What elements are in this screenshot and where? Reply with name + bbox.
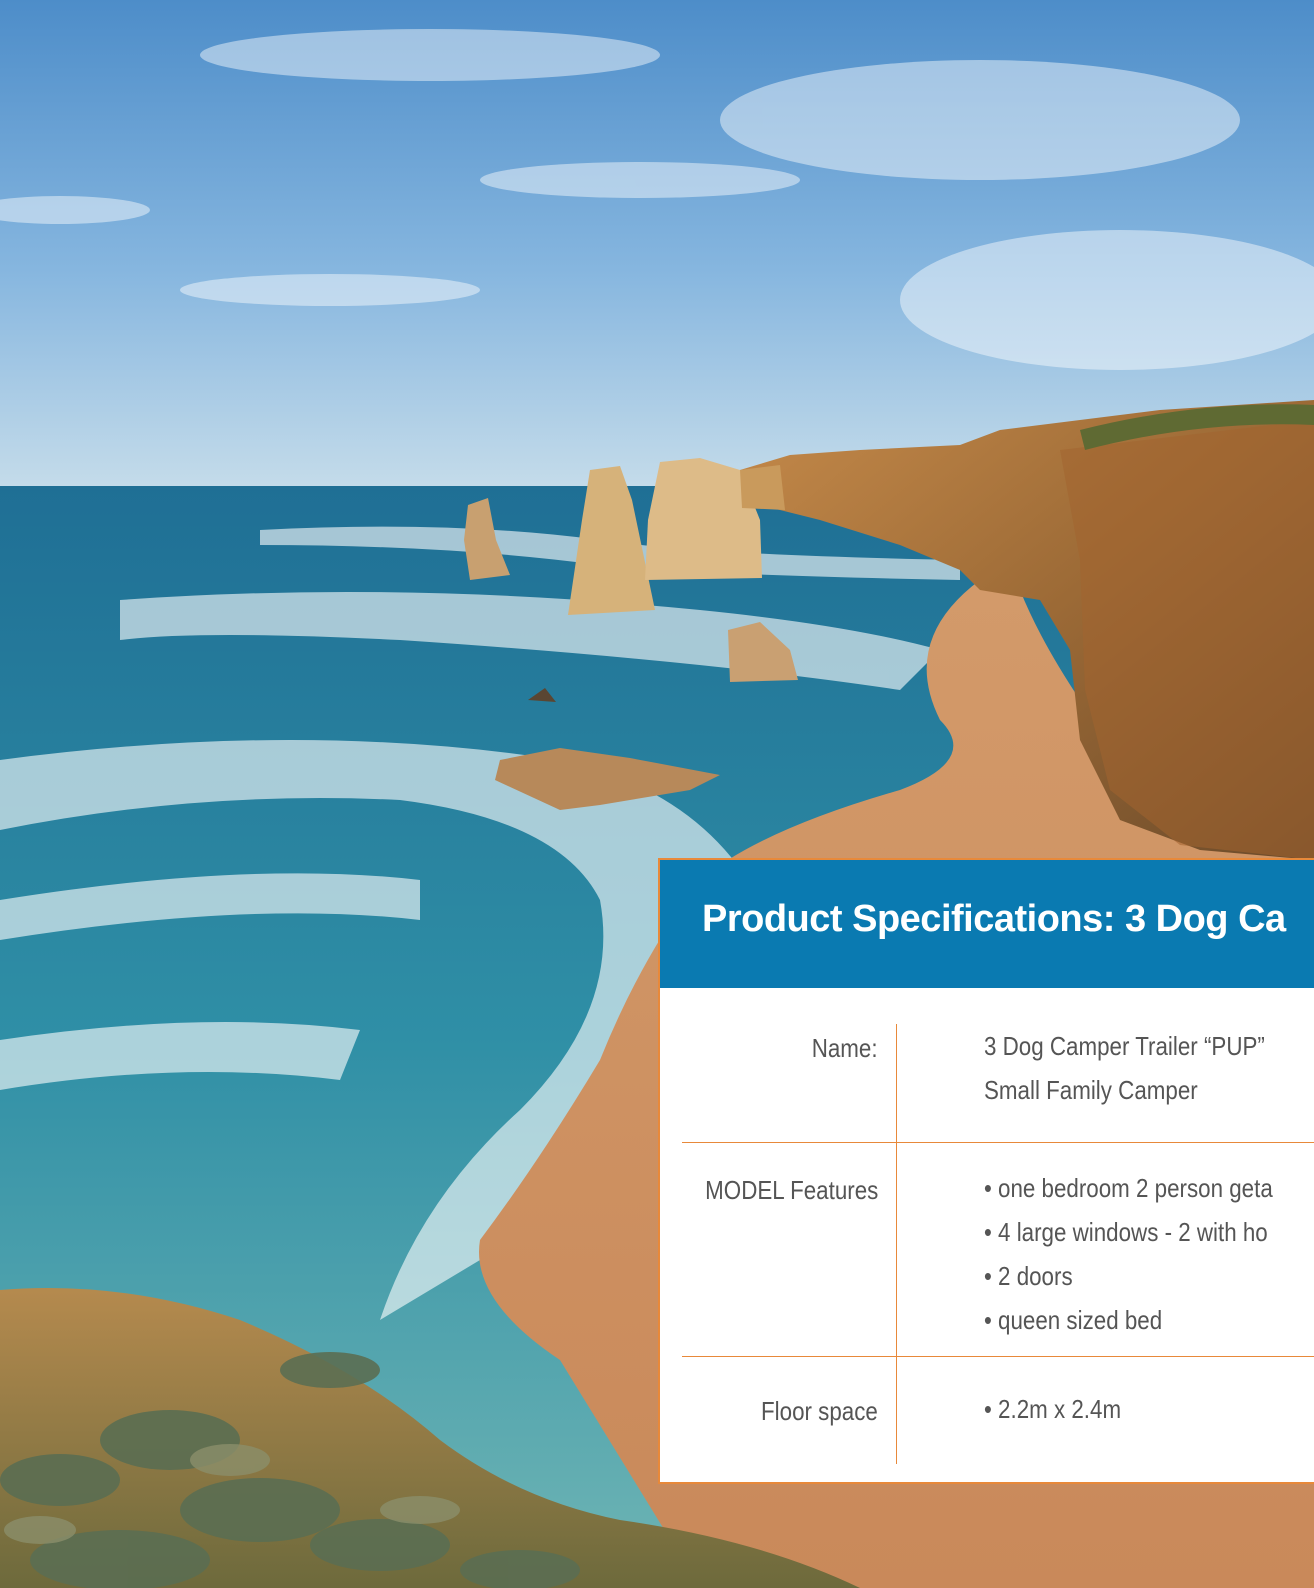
- feature-bullet: • 2 doors: [984, 1261, 1073, 1291]
- spec-header: Product Specifications: 3 Dog Ca: [660, 860, 1314, 988]
- row-label-name: Name:: [812, 1033, 878, 1063]
- column-divider: [896, 1024, 897, 1464]
- row-value-model-features: • one bedroom 2 person geta • 4 large wi…: [984, 1166, 1273, 1342]
- value-line: Small Family Camper: [984, 1075, 1198, 1105]
- feature-bullet: • one bedroom 2 person geta: [984, 1173, 1273, 1203]
- product-spec-panel: Product Specifications: 3 Dog Ca Name: 3…: [658, 858, 1314, 1484]
- value-line: • 2.2m x 2.4m: [984, 1394, 1122, 1424]
- spec-title: Product Specifications: 3 Dog Ca: [702, 898, 1286, 940]
- feature-bullet: • queen sized bed: [984, 1305, 1163, 1335]
- row-divider: [682, 1142, 1314, 1143]
- value-line: 3 Dog Camper Trailer “PUP”: [984, 1031, 1265, 1061]
- row-value-name: 3 Dog Camper Trailer “PUP” Small Family …: [984, 1024, 1265, 1112]
- row-divider: [682, 1356, 1314, 1357]
- feature-bullet: • 4 large windows - 2 with ho: [984, 1217, 1268, 1247]
- row-value-floor-space: • 2.2m x 2.4m: [984, 1387, 1121, 1431]
- row-label-floor-space: Floor space: [761, 1396, 878, 1426]
- row-label-model-features: MODEL Features: [704, 1175, 878, 1205]
